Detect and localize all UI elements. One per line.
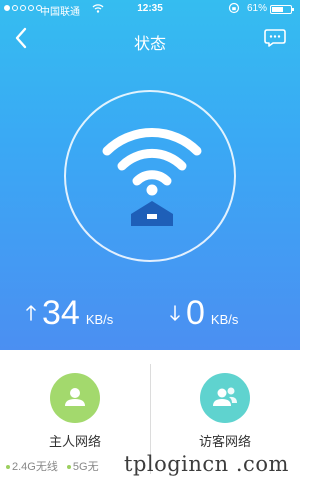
upload-speed: 34 KB/s	[26, 293, 113, 333]
page-title: 状态	[133, 36, 166, 53]
band-5g: 5G无	[66, 461, 99, 473]
speed-panel: 34 KB/s 0 KB/s	[0, 288, 300, 338]
guest-network-avatar	[200, 373, 250, 423]
rotation-lock-icon	[228, 2, 240, 14]
upload-speed-unit: KB/s	[85, 312, 114, 327]
main-network-label: 主人网络	[48, 434, 101, 449]
main-network-avatar	[50, 373, 100, 423]
download-speed-value: 0	[186, 294, 205, 332]
upload-speed-value: 34	[42, 294, 80, 332]
users-icon	[213, 387, 237, 406]
battery-percent: 61%	[247, 3, 268, 14]
download-speed-unit: KB/s	[210, 312, 239, 327]
wifi-router-icon	[102, 128, 202, 226]
system-status-bar: 中国联通 12:35 61%	[0, 0, 300, 18]
navigation-bar: 状态	[0, 18, 300, 60]
connection-status-circle	[64, 90, 236, 262]
watermark: tplogincn .com	[124, 452, 289, 476]
battery-icon	[270, 5, 294, 14]
band-list: 2.4G无线 5G无	[6, 458, 105, 474]
user-icon	[65, 388, 85, 406]
battery-fill	[272, 7, 283, 12]
download-arrow-icon	[170, 305, 180, 322]
guest-network-label: 访客网络	[198, 434, 251, 449]
band-2-4g: 2.4G无线	[6, 461, 58, 473]
chat-bubble-icon[interactable]	[264, 28, 286, 48]
download-speed: 0 KB/s	[170, 293, 238, 333]
upload-arrow-icon	[26, 304, 36, 321]
status-header: 中国联通 12:35 61% 状态 34 KB/s 0 KB/s	[0, 0, 300, 350]
